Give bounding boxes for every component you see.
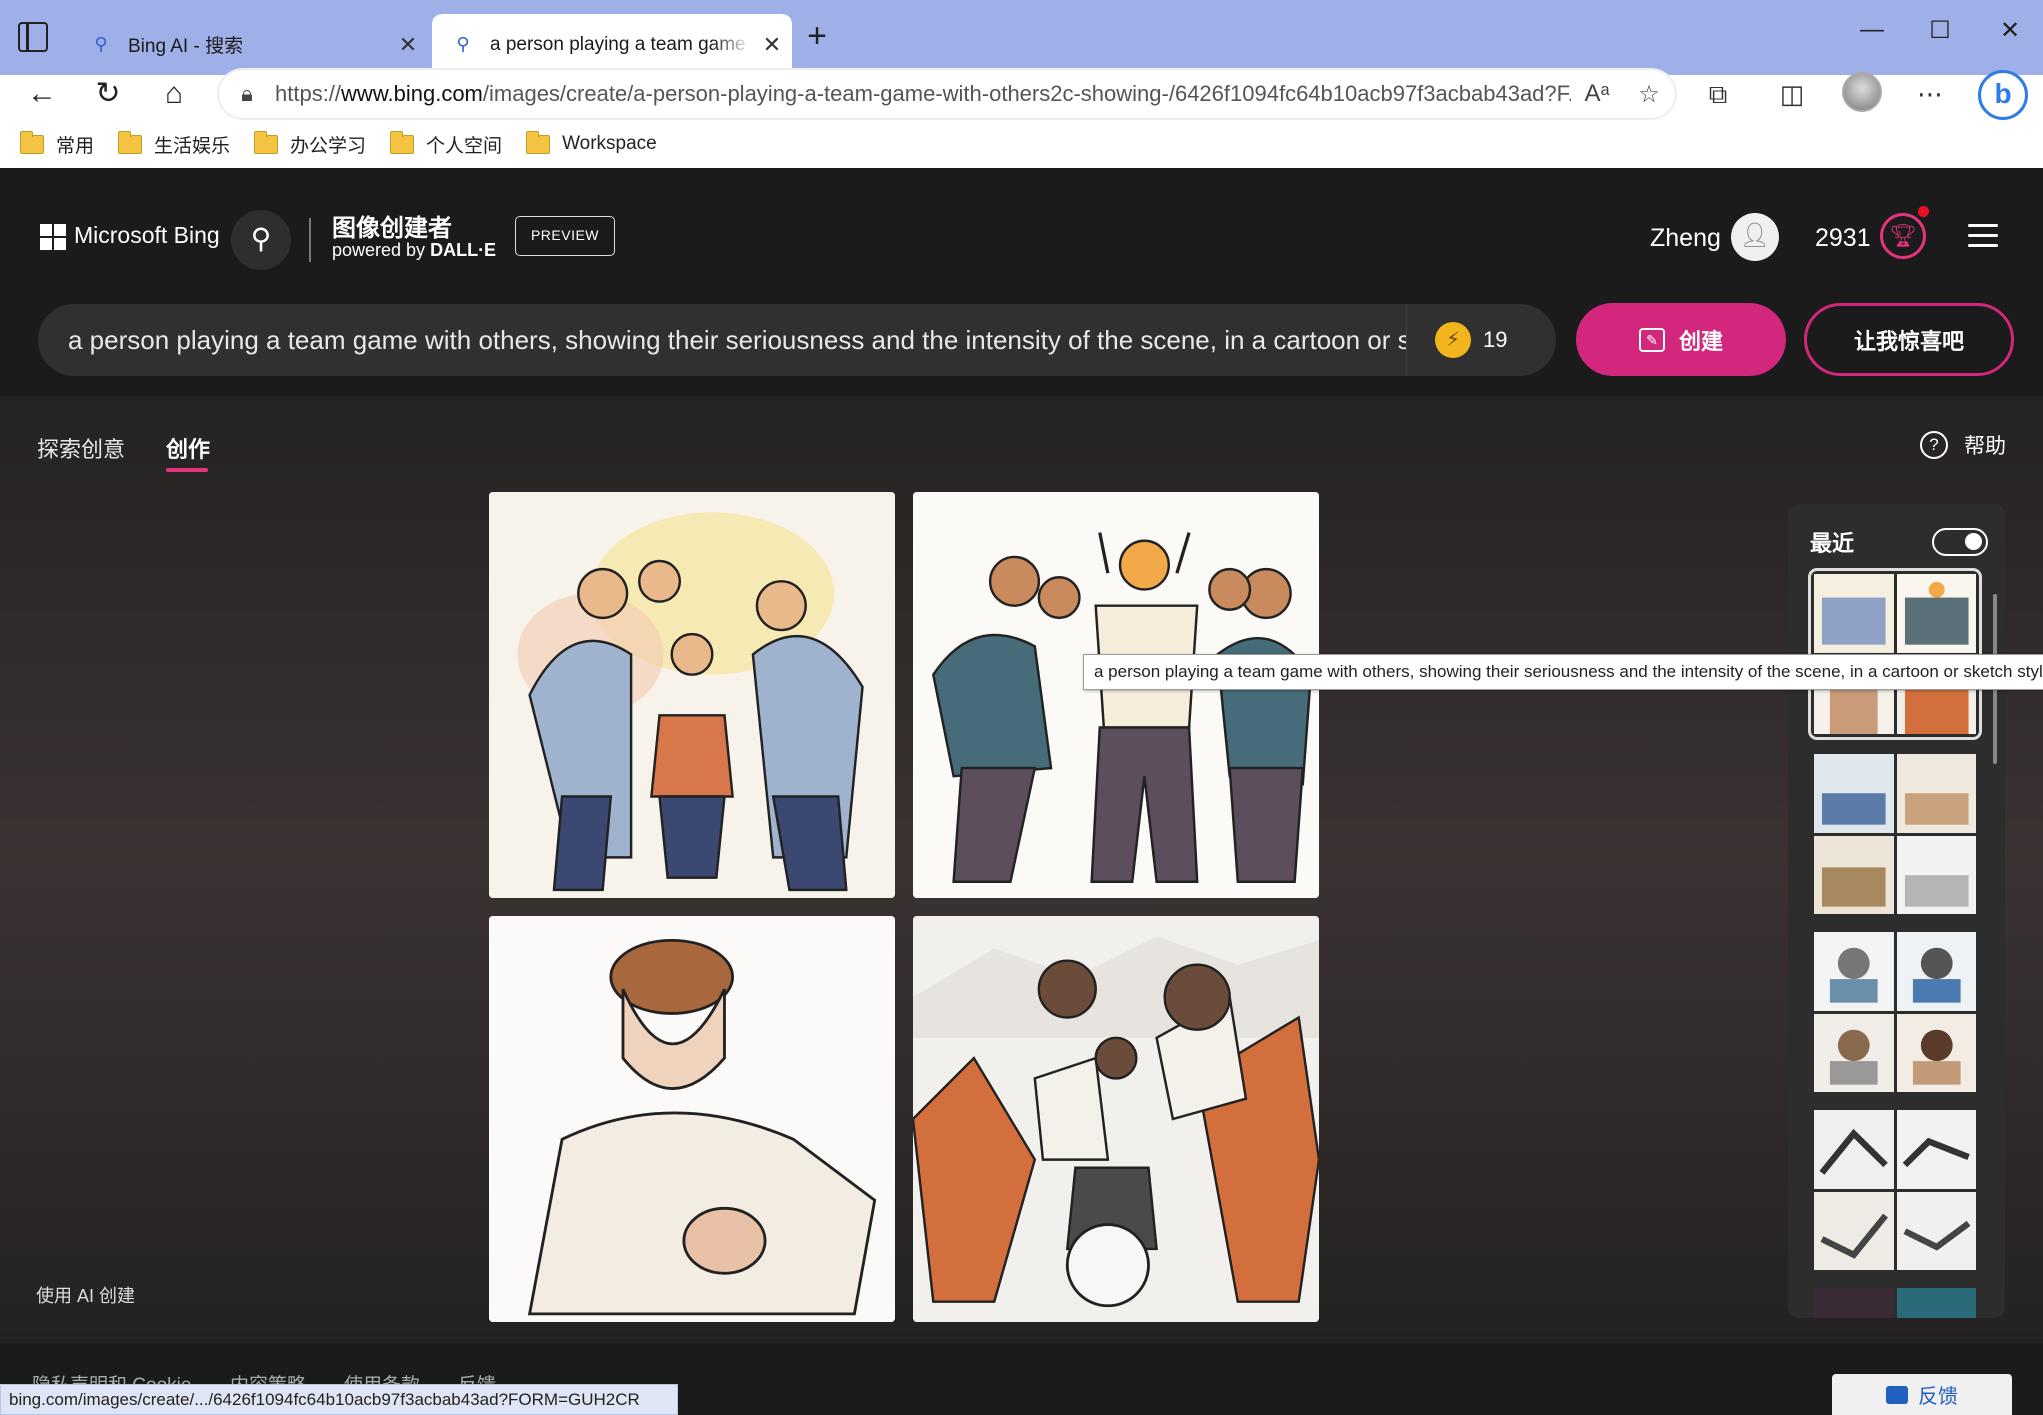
bing-copilot-icon[interactable]: b bbox=[1978, 70, 2028, 120]
maximize-icon[interactable]: ☐ bbox=[1920, 16, 1960, 45]
microsoft-logo-icon[interactable] bbox=[40, 224, 66, 250]
browser-tab-bing-ai[interactable]: ⚲ Bing AI - 搜索 ✕ bbox=[70, 14, 428, 75]
active-tab-indicator bbox=[166, 468, 208, 472]
generated-image-4[interactable] bbox=[913, 916, 1319, 1322]
help-icon: ? bbox=[1920, 431, 1948, 459]
recent-thumbnail bbox=[1896, 1288, 1976, 1318]
profile-avatar[interactable] bbox=[1842, 72, 1882, 112]
recent-thumbnail bbox=[1814, 1191, 1894, 1270]
bing-brand[interactable]: Microsoft Bing bbox=[74, 222, 220, 249]
home-icon[interactable]: ⌂ bbox=[152, 72, 196, 116]
browser-tab-image-creator[interactable]: ⚲ a person playing a team game with othe… bbox=[432, 14, 792, 75]
close-tab-icon[interactable]: ✕ bbox=[752, 32, 792, 58]
menu-icon[interactable] bbox=[1968, 224, 1998, 254]
recent-thumbnail bbox=[1814, 1288, 1894, 1318]
recent-toggle[interactable] bbox=[1932, 528, 1988, 556]
tab-actions-icon[interactable] bbox=[18, 22, 48, 52]
rewards-trophy-icon[interactable]: 🏆︎ bbox=[1880, 213, 1926, 259]
recent-thumbnail bbox=[1814, 1013, 1894, 1092]
read-aloud-icon[interactable]: A͏ᵃ bbox=[1571, 80, 1623, 108]
bing-header: Microsoft Bing ⚲ 图像创建者 powered by DALL·E… bbox=[0, 168, 2043, 396]
recent-thumbnail bbox=[1814, 835, 1894, 914]
recent-thumbnail bbox=[1896, 1110, 1976, 1189]
favorite-folder[interactable]: 生活娱乐 bbox=[118, 130, 230, 158]
recent-panel: 最近 bbox=[1788, 504, 2005, 1318]
tab-explore[interactable]: 探索创意 bbox=[37, 432, 125, 464]
favorites-bar: 常用 生活娱乐 办公学习 个人空间 Workspace bbox=[0, 120, 2043, 168]
powered-by: powered by DALL·E bbox=[332, 240, 497, 260]
preview-badge: PREVIEW bbox=[515, 216, 615, 256]
recent-thumbnail bbox=[1896, 932, 1976, 1011]
recent-thumbnail bbox=[1814, 932, 1894, 1011]
extensions-icon[interactable]: ⧉ bbox=[1696, 72, 1740, 116]
surprise-me-button[interactable]: 让我惊喜吧 bbox=[1804, 303, 2014, 376]
boost-counter[interactable]: ⚡ 19 bbox=[1406, 304, 1507, 376]
favorite-folder[interactable]: 常用 bbox=[20, 130, 94, 158]
folder-icon bbox=[526, 130, 551, 154]
feedback-icon bbox=[1886, 1385, 1908, 1404]
close-window-icon[interactable]: ✕ bbox=[1990, 16, 2030, 45]
favorite-folder[interactable]: 个人空间 bbox=[390, 130, 502, 158]
user-avatar-icon[interactable]: 👤︎ bbox=[1731, 213, 1779, 261]
browser-tab-bar: ⚲ Bing AI - 搜索 ✕ ⚲ a person playing a te… bbox=[0, 0, 2043, 75]
close-tab-icon[interactable]: ✕ bbox=[388, 32, 428, 58]
tab-create[interactable]: 创作 bbox=[166, 432, 210, 464]
new-tab-button[interactable]: + bbox=[800, 19, 834, 54]
folder-icon bbox=[254, 130, 279, 154]
search-icon[interactable]: ⚲ bbox=[231, 210, 291, 270]
search-icon: ⚲ bbox=[456, 34, 470, 54]
recent-thumbnail bbox=[1896, 754, 1976, 833]
image-creator-title: 图像创建者 bbox=[332, 215, 452, 242]
generated-image-3[interactable] bbox=[489, 916, 895, 1322]
folder-icon bbox=[20, 130, 44, 154]
boost-lightning-icon: ⚡ bbox=[1435, 322, 1471, 358]
recent-thumbnail bbox=[1896, 574, 1976, 653]
recent-thumbnail bbox=[1896, 1191, 1976, 1270]
notification-dot bbox=[1918, 206, 1929, 217]
link-status-bar: bing.com/images/create/.../6426f1094fc64… bbox=[0, 1384, 678, 1415]
recent-set[interactable] bbox=[1814, 754, 1976, 914]
address-bar[interactable]: 🔒︎ https://www.bing.com/images/create/a-… bbox=[218, 69, 1676, 119]
recent-title: 最近 bbox=[1810, 531, 1855, 556]
recent-set[interactable] bbox=[1814, 932, 1976, 1092]
minimize-icon[interactable]: — bbox=[1852, 16, 1892, 44]
folder-icon bbox=[390, 130, 415, 154]
refresh-icon[interactable]: ↻ bbox=[86, 72, 130, 116]
back-icon[interactable]: ← bbox=[20, 72, 64, 116]
recent-set[interactable] bbox=[1814, 1110, 1976, 1270]
recent-thumbnail bbox=[1814, 574, 1894, 653]
prompt-input[interactable]: a person playing a team game with others… bbox=[38, 304, 1556, 376]
generated-image-2[interactable] bbox=[913, 492, 1319, 898]
split-screen-icon[interactable]: ◫ bbox=[1770, 72, 1814, 116]
rewards-points[interactable]: 2931 bbox=[1815, 224, 1871, 253]
recent-thumbnail bbox=[1896, 835, 1976, 914]
user-name[interactable]: Zheng bbox=[1650, 224, 1721, 253]
create-button[interactable]: ✎ 创建 bbox=[1576, 303, 1786, 376]
create-image-icon: ✎ bbox=[1638, 327, 1665, 352]
url-text[interactable]: https://www.bing.com/images/create/a-per… bbox=[275, 81, 1571, 107]
more-icon[interactable]: ⋯ bbox=[1908, 72, 1952, 116]
recent-thumbnail bbox=[1896, 1013, 1976, 1092]
image-creator-page: Microsoft Bing ⚲ 图像创建者 powered by DALL·E… bbox=[0, 168, 2043, 1415]
prompt-tooltip: a person playing a team game with others… bbox=[1083, 654, 2043, 690]
recent-thumbnail bbox=[1814, 1110, 1894, 1189]
help-link[interactable]: ? 帮助 bbox=[1920, 430, 2006, 460]
add-favorite-icon[interactable]: ☆ bbox=[1623, 80, 1675, 109]
recent-thumbnail bbox=[1814, 754, 1894, 833]
lock-icon[interactable]: 🔒︎ bbox=[219, 81, 275, 107]
folder-icon bbox=[118, 130, 143, 154]
divider bbox=[309, 218, 311, 262]
favorite-folder[interactable]: Workspace bbox=[526, 130, 657, 155]
generated-image-1[interactable] bbox=[489, 492, 895, 898]
favorite-folder[interactable]: 办公学习 bbox=[254, 130, 366, 158]
made-with-ai-label: 使用 AI 创建 bbox=[36, 1286, 136, 1306]
feedback-button[interactable]: 反馈 bbox=[1832, 1374, 2012, 1415]
search-icon: ⚲ bbox=[94, 34, 108, 54]
recent-set[interactable] bbox=[1814, 1288, 1976, 1318]
